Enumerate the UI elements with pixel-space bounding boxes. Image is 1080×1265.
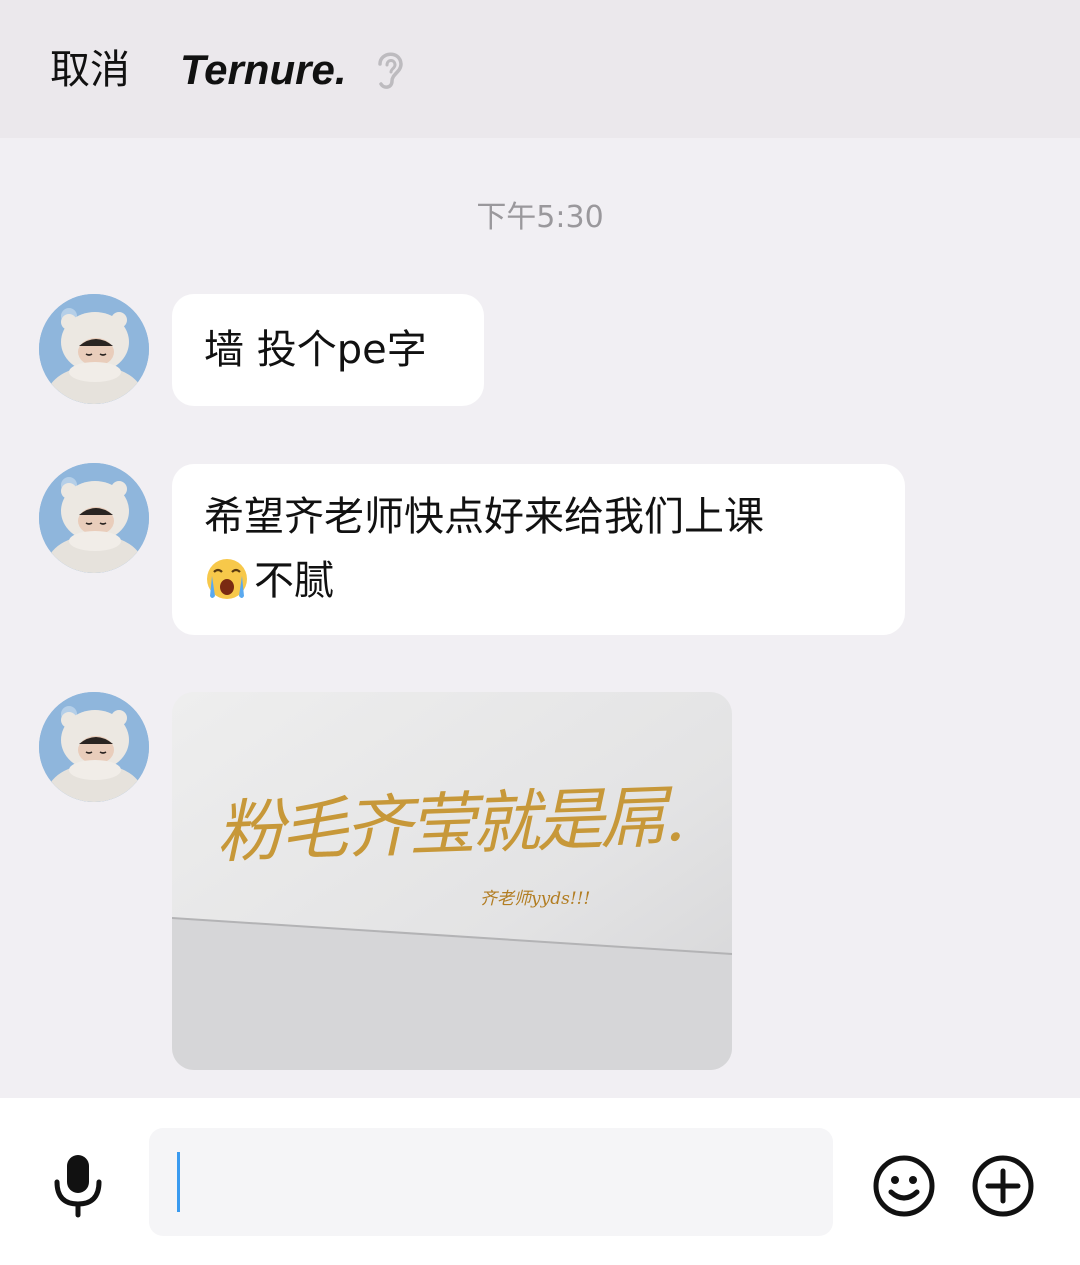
message-text: 墙 投个pe字 (204, 327, 427, 373)
chat-title: Ternure. (180, 46, 347, 93)
message-text: 希望齐老师快点好来给我们上课 (204, 494, 764, 540)
message-timestamp: 下午5:30 (476, 200, 604, 235)
avatar[interactable] (39, 463, 149, 573)
photo-background (172, 692, 732, 1070)
message-input[interactable] (149, 1128, 833, 1236)
handwritten-text: 粉毛齐莹就是屌. (214, 777, 683, 874)
message-text: 不腻 (254, 558, 334, 604)
image-message[interactable]: 粉毛齐莹就是屌. 齐老师yyds!!! (172, 692, 732, 1070)
message-bubble[interactable]: 希望齐老师快点好来给我们上课 不腻 (172, 464, 905, 635)
microphone-icon[interactable] (48, 1152, 108, 1218)
handwritten-subtext: 齐老师yyds!!! (480, 889, 591, 909)
smiley-icon[interactable] (872, 1154, 936, 1218)
text-caret (177, 1152, 180, 1212)
message-text-line: 不腻 (204, 549, 905, 613)
plus-circle-icon[interactable] (971, 1154, 1035, 1218)
loudly-crying-face-icon (207, 559, 247, 599)
ear-icon[interactable] (368, 46, 408, 92)
avatar[interactable] (39, 294, 149, 404)
message-bubble[interactable]: 墙 投个pe字 (172, 294, 484, 406)
chat-header: 取消 Ternure. (0, 0, 1080, 138)
avatar[interactable] (39, 692, 149, 802)
cancel-button[interactable]: 取消 (50, 44, 130, 96)
